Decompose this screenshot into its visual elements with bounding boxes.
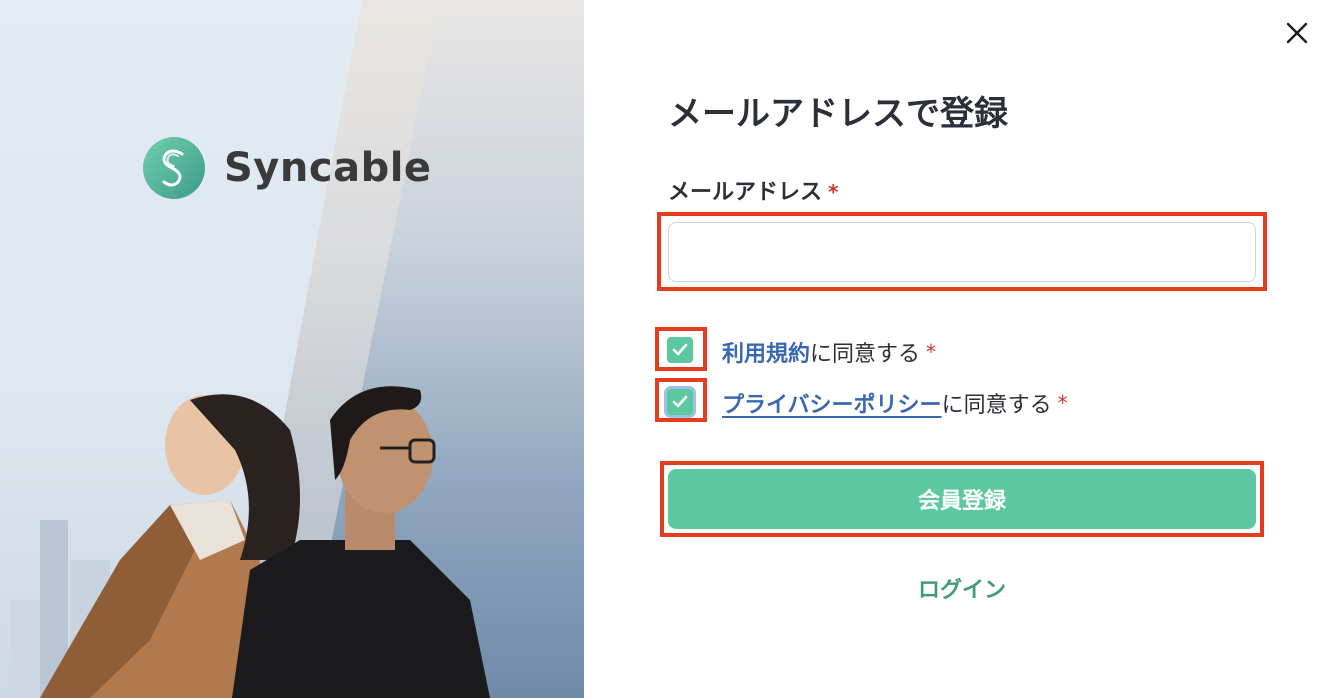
required-mark: * <box>926 340 937 364</box>
hero-photo <box>0 0 584 698</box>
brand-name: Syncable <box>224 145 432 191</box>
register-button[interactable]: 会員登録 <box>668 469 1256 529</box>
email-label: メールアドレス * <box>668 174 838 206</box>
close-icon <box>1286 22 1308 44</box>
syncable-logo-icon <box>143 137 205 199</box>
required-mark: * <box>828 180 839 204</box>
terms-checkbox[interactable] <box>667 337 693 363</box>
terms-link[interactable]: 利用規約 <box>722 336 810 368</box>
privacy-link[interactable]: プライバシーポリシー <box>722 387 942 419</box>
email-label-text: メールアドレス <box>668 180 823 205</box>
hero-panel: Syncable <box>0 0 584 698</box>
privacy-row: プライバシーポリシー に同意する * <box>722 387 1068 419</box>
privacy-checkbox[interactable] <box>667 389 693 415</box>
close-button[interactable] <box>1282 18 1312 48</box>
terms-suffix: に同意する <box>810 342 921 367</box>
page-title: メールアドレスで登録 <box>668 94 1008 134</box>
checkmark-icon <box>672 395 688 408</box>
required-mark: * <box>1057 391 1068 415</box>
terms-row: 利用規約 に同意する * <box>722 336 936 368</box>
email-input[interactable] <box>668 222 1256 282</box>
signup-dialog: Syncable メールアドレスで登録 メールアドレス * 利用規約 に同意する * … <box>0 0 1334 698</box>
login-link[interactable]: ログイン <box>668 572 1256 604</box>
brand-logo[interactable]: Syncable <box>142 136 432 200</box>
checkmark-icon <box>672 343 688 356</box>
privacy-suffix: に同意する <box>941 393 1052 418</box>
